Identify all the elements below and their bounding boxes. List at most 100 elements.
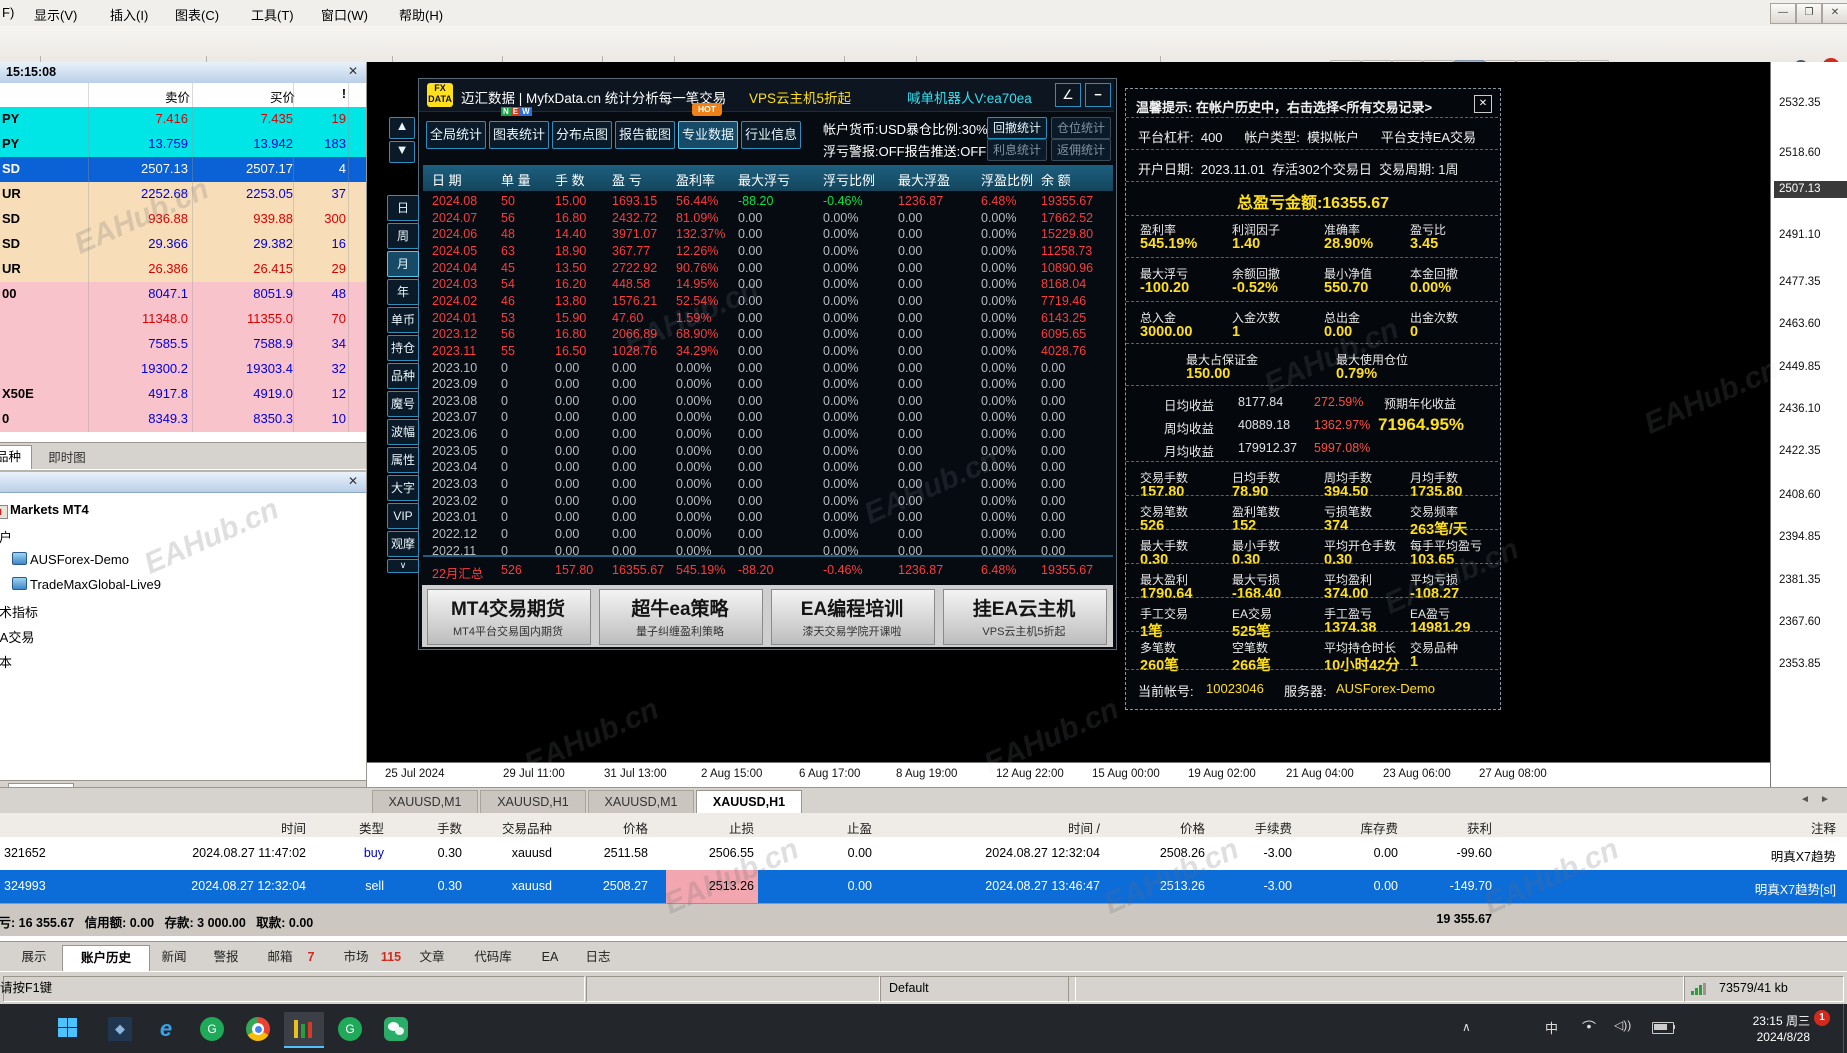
navigator-item[interactable]: EA交易 (0, 623, 366, 647)
scroll-down-button[interactable]: ▼ (389, 141, 415, 163)
side-button-0[interactable]: 回撤统计 (987, 117, 1047, 139)
stats-resize-button[interactable]: ∠ (1055, 83, 1081, 107)
period-button-日[interactable]: 日 (387, 195, 419, 221)
period-button-VIP[interactable]: VIP (387, 503, 419, 529)
taskbar-mt4-icon[interactable] (284, 1012, 324, 1048)
terminal-tab-展示[interactable]: 展示 (10, 945, 58, 971)
menu-item-2[interactable]: 插入(I) (110, 5, 148, 24)
terminal-tab-日志[interactable]: 日志 (576, 945, 620, 971)
stats-tab-3[interactable]: 报告截图 (615, 121, 675, 149)
period-button-属性[interactable]: 属性 (387, 447, 419, 473)
stats-col-4[interactable]: 盈利率 (676, 170, 715, 189)
terminal-tab-账户历史[interactable]: 账户历史 (62, 945, 150, 972)
period-button-观摩[interactable]: 观摩 (387, 531, 419, 557)
stats-tab-5[interactable]: 行业信息 (741, 121, 801, 149)
restore-button[interactable]: ❐ (1796, 3, 1822, 24)
stats-col-3[interactable]: 盈 亏 (612, 170, 642, 189)
terminal-tab-市场[interactable]: 市场 115 (330, 945, 402, 971)
taskbar-chrome-icon[interactable] (238, 1012, 278, 1046)
tab-scroll-left-icon[interactable]: ◄ (1800, 794, 1810, 805)
period-button-月[interactable]: 月 (387, 251, 419, 277)
navigator-item[interactable]: TradeMaxGlobal-Live9 (0, 573, 366, 597)
navigator-item[interactable]: ▮Markets MT4 (0, 498, 366, 522)
market-watch-row[interactable]: SD 29.366 29.382 16 (0, 232, 366, 257)
menu-item-3[interactable]: 图表(C) (175, 5, 219, 24)
wifi-icon[interactable]: ︵ • (1582, 1011, 1596, 1033)
side-button-1[interactable]: 仓位统计 (1051, 117, 1111, 139)
market-watch-row[interactable]: 00 8047.1 8051.9 48 (0, 282, 366, 307)
stats-col-8[interactable]: 浮盈比例 (981, 170, 1033, 189)
taskbar-app-green-1[interactable]: G (192, 1012, 232, 1046)
period-button-持仓[interactable]: 持仓 (387, 335, 419, 361)
period-button-品种[interactable]: 品种 (387, 363, 419, 389)
navigator-item[interactable]: 技术指标 (0, 598, 366, 622)
stats-tab-1[interactable]: 图表统计 (489, 121, 549, 149)
taskbar-edge-icon[interactable]: e (146, 1012, 186, 1046)
market-watch-row[interactable]: 11348.0 11355.0 70 (0, 307, 366, 332)
input-method-icon[interactable]: 中 (1545, 1018, 1558, 1037)
market-watch-row[interactable]: SD 936.88 939.88 300 (0, 207, 366, 232)
stats-contact[interactable]: 喊单机器人V:ea70ea (907, 87, 1032, 107)
market-watch-row[interactable]: X50E 4917.8 4919.0 12 (0, 382, 366, 407)
market-watch-row[interactable]: 19300.2 19303.4 32 (0, 357, 366, 382)
menu-item-5[interactable]: 窗口(W) (321, 5, 368, 24)
navigator-item[interactable]: 帐户 (0, 523, 366, 547)
notification-badge[interactable]: 1 (1814, 1010, 1830, 1026)
period-button-单币[interactable]: 单币 (387, 307, 419, 333)
stats-col-7[interactable]: 最大浮盈 (898, 170, 950, 189)
side-button-3[interactable]: 返佣统计 (1051, 139, 1111, 161)
terminal-tab-警报[interactable]: 警报 (204, 945, 248, 971)
stats-col-9[interactable]: 余 额 (1041, 170, 1071, 189)
menu-item-4[interactable]: 工具(T) (251, 5, 294, 24)
navigator-close-icon[interactable]: ✕ (348, 474, 358, 488)
stats-promo[interactable]: VPS云主机5折起 (749, 87, 851, 107)
terminal-tab-EA[interactable]: EA (532, 945, 568, 971)
terminal-tab-文章[interactable]: 文章 (410, 945, 454, 971)
taskbar-app-1[interactable]: ◆ (100, 1012, 140, 1046)
clock-time[interactable]: 23:15 周三 (1700, 1012, 1810, 1029)
stats-col-2[interactable]: 手 数 (555, 170, 585, 189)
start-button-icon[interactable] (58, 1018, 78, 1038)
stats-col-0[interactable]: 日 期 (432, 170, 462, 189)
column-header-spread[interactable]: ! (330, 87, 346, 101)
history-row[interactable]: 321652 2024.08.27 11:47:02 buy 0.30 xauusd 25… (0, 837, 1847, 870)
market-watch-row[interactable]: PY 13.759 13.942 183 (0, 132, 366, 157)
stats-col-5[interactable]: 最大浮亏 (738, 170, 790, 189)
taskbar-app-green-2[interactable]: G (330, 1012, 370, 1046)
stats-minimize-button[interactable]: − (1085, 83, 1111, 107)
summary-close-icon[interactable]: ✕ (1474, 95, 1492, 113)
period-button-周[interactable]: 周 (387, 223, 419, 249)
side-button-2[interactable]: 利息统计 (987, 139, 1047, 161)
terminal-tab-邮箱[interactable]: 邮箱 7 (258, 945, 322, 971)
navigator-item[interactable]: AUSForex-Demo (0, 548, 366, 572)
period-button-魔号[interactable]: 魔号 (387, 391, 419, 417)
stats-col-1[interactable]: 单 量 (501, 170, 531, 189)
history-row[interactable]: 324993 2024.08.27 12:32:04 sell 0.30 xauusd 2… (0, 870, 1847, 903)
stats-tab-2[interactable]: 分布点图 (552, 121, 612, 149)
stats-col-6[interactable]: 浮亏比例 (823, 170, 875, 189)
ad-banner-3[interactable]: 挂EA云主机 VPS云主机5折起 (943, 589, 1107, 645)
scroll-up-button[interactable]: ▲ (389, 117, 415, 139)
tab-tick-chart[interactable]: 即时图 (36, 447, 98, 466)
tab-symbols[interactable]: 交易品种 (0, 445, 32, 469)
ad-banner-1[interactable]: 超牛ea策略 量子纠缠盈利策略 (599, 589, 763, 645)
history-col-5[interactable]: 止损 (634, 818, 754, 837)
market-watch-row[interactable]: 7585.5 7588.9 34 (0, 332, 366, 357)
history-col-4[interactable]: 价格 (528, 818, 648, 837)
menu-item-0[interactable]: F) (2, 5, 14, 20)
stats-tab-0[interactable]: 全局统计 (426, 121, 486, 149)
terminal-tab-新闻[interactable]: 新闻 (152, 945, 196, 971)
terminal-tab-代码库[interactable]: 代码库 (462, 945, 524, 971)
market-watch-row[interactable]: 0 8349.3 8350.3 10 (0, 407, 366, 432)
history-col-6[interactable]: 止盈 (752, 818, 872, 837)
tab-scroll-right-icon[interactable]: ► (1820, 794, 1830, 805)
tray-expand-icon[interactable]: ∧ (1462, 1020, 1471, 1034)
market-watch-close-icon[interactable]: ✕ (348, 64, 358, 78)
navigator-item[interactable]: 脚本 (0, 648, 366, 672)
menu-item-1[interactable]: 显示(V) (34, 5, 77, 24)
period-button-年[interactable]: 年 (387, 279, 419, 305)
market-watch-row[interactable]: UR 26.386 26.415 29 (0, 257, 366, 282)
volume-icon[interactable]: ◁)) (1614, 1018, 1631, 1032)
status-profile-box[interactable]: Default (880, 976, 1076, 1002)
close-button[interactable]: ✕ (1822, 3, 1847, 24)
